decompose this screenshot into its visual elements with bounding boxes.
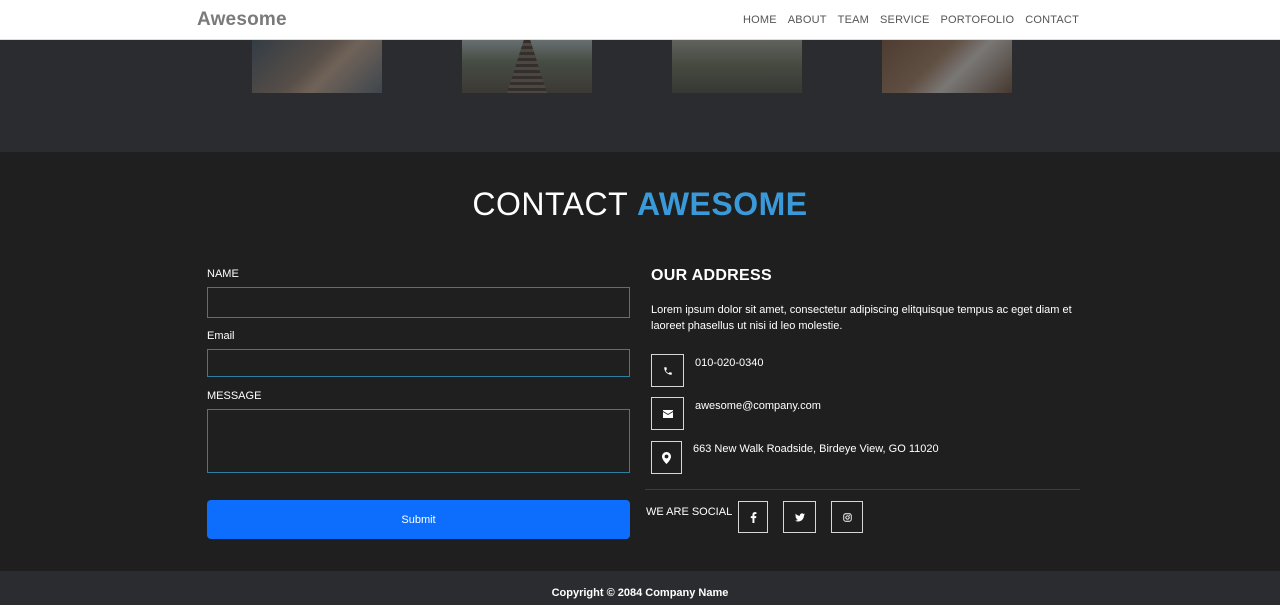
nav-contact[interactable]: CONTACT (1025, 14, 1079, 26)
twitter-icon (794, 512, 805, 521)
message-textarea[interactable] (207, 409, 630, 473)
email-input[interactable] (207, 349, 630, 377)
phone-icon (663, 366, 672, 375)
contact-title-light: CONTACT (472, 186, 628, 222)
envelope-icon (662, 409, 673, 418)
map-marker-icon (662, 451, 671, 464)
location-icon-box (651, 441, 682, 474)
email-icon-box (651, 397, 684, 430)
location-address: 663 New Walk Roadside, Birdeye View, GO … (693, 443, 939, 455)
nav-portfolio[interactable]: PORTOFOLIO (941, 14, 1015, 26)
railway-graphic (507, 40, 547, 93)
phone-number: 010-020-0340 (695, 357, 764, 369)
portfolio-image-3[interactable] (672, 40, 802, 93)
copyright-text: Copyright © 2084 Company Name (551, 587, 729, 599)
email-label: Email (207, 330, 235, 342)
address-description: Lorem ipsum dolor sit amet, consectetur … (651, 304, 1072, 332)
twitter-button[interactable] (783, 501, 816, 533)
nav-home[interactable]: HOME (743, 14, 777, 26)
portfolio-image-1[interactable] (252, 40, 382, 93)
phone-icon-box (651, 354, 684, 387)
portfolio-image-2[interactable] (462, 40, 592, 93)
brand-logo[interactable]: Awesome (197, 9, 287, 31)
facebook-button[interactable] (738, 501, 768, 533)
divider (645, 489, 1080, 490)
nav-menu: HOME ABOUT TEAM SERVICE PORTOFOLIO CONTA… (743, 14, 1079, 26)
submit-button[interactable]: Submit (207, 500, 630, 539)
name-label: NAME (207, 268, 239, 280)
instagram-icon (842, 512, 852, 522)
message-label: MESSAGE (207, 390, 262, 402)
nav-about[interactable]: ABOUT (788, 14, 827, 26)
name-input[interactable] (207, 287, 630, 318)
navbar: Awesome HOME ABOUT TEAM SERVICE PORTOFOL… (0, 0, 1280, 40)
social-label: WE ARE SOCIAL (646, 506, 733, 518)
address-title: OUR ADDRESS (651, 267, 772, 284)
contact-title-accent: AWESOME (636, 186, 808, 222)
portfolio-section (0, 40, 1280, 152)
contact-title: CONTACT AWESOME (0, 186, 1280, 223)
nav-service[interactable]: SERVICE (880, 14, 930, 26)
footer: Copyright © 2084 Company Name (0, 571, 1280, 605)
facebook-icon (750, 511, 756, 523)
email-address[interactable]: awesome@company.com (695, 400, 821, 412)
contact-section: CONTACT AWESOME NAME Email MESSAGE Submi… (0, 152, 1280, 571)
nav-team[interactable]: TEAM (838, 14, 869, 26)
instagram-button[interactable] (831, 501, 863, 533)
portfolio-image-4[interactable] (882, 40, 1012, 93)
